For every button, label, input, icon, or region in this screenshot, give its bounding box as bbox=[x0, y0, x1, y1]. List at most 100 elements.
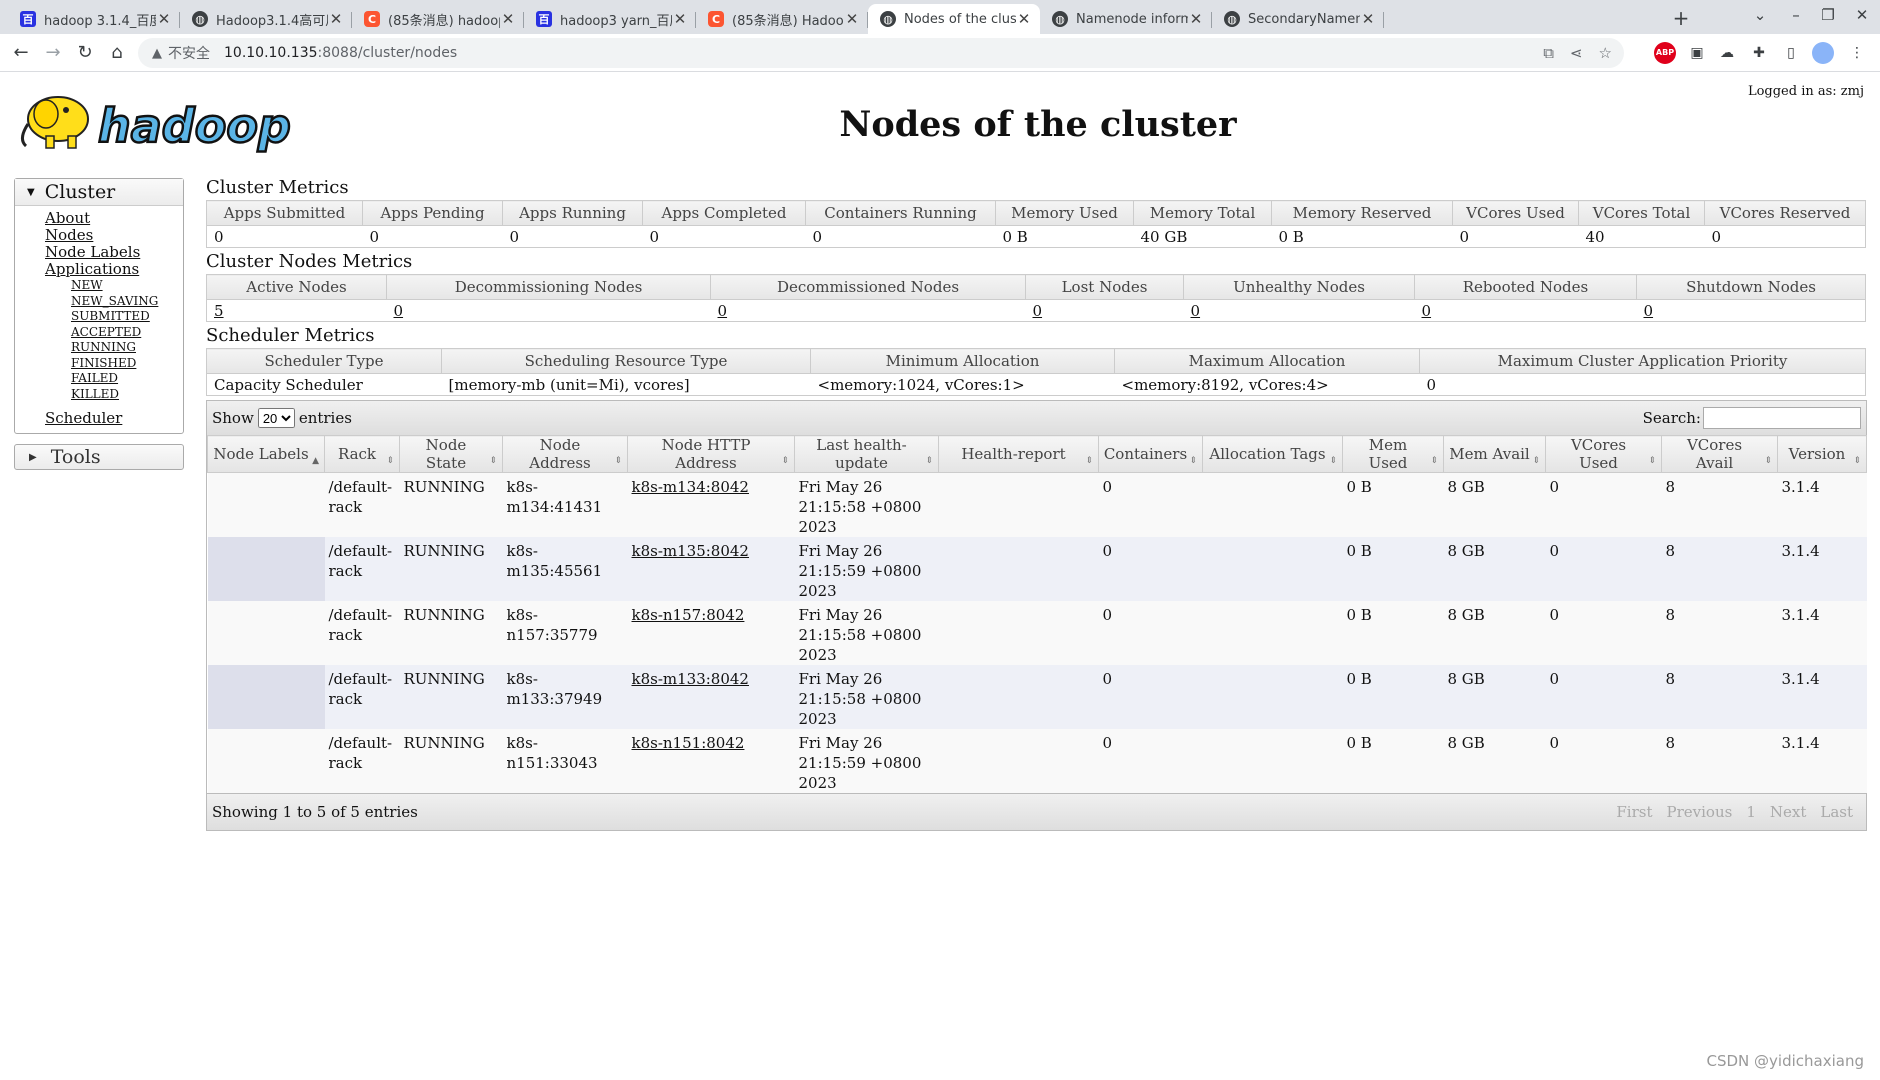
table-row: /default-rack RUNNING k8s-m133:37949 k8s-m1… bbox=[207, 665, 1867, 729]
cell-node-state: RUNNING bbox=[399, 601, 503, 665]
new-tab-button[interactable]: + bbox=[1668, 6, 1694, 30]
minimum-allocation-header: Minimum Allocation bbox=[810, 348, 1115, 374]
pager-1-button[interactable]: 1 bbox=[1746, 803, 1756, 821]
nav-link-app-finished[interactable]: FINISHED bbox=[71, 356, 183, 372]
sort-both-icon: ⇕ bbox=[489, 456, 497, 466]
browser-tab[interactable]: ◍ Nodes of the cluster✕ bbox=[868, 4, 1040, 34]
nav-link-applications[interactable]: Applications bbox=[45, 261, 183, 278]
close-tab-icon[interactable]: ✕ bbox=[1188, 10, 1204, 28]
scheduler-metrics-table: Scheduler Type Scheduling Resource Type Mi… bbox=[206, 348, 1866, 396]
extensions-puzzle-icon[interactable]: ✚ bbox=[1748, 42, 1770, 64]
close-tab-icon[interactable]: ✕ bbox=[672, 10, 688, 28]
close-tab-icon[interactable]: ✕ bbox=[328, 10, 344, 28]
insecure-label: 不安全 bbox=[168, 46, 210, 62]
column-header-node-address[interactable]: Node Address ⇕ bbox=[502, 435, 628, 473]
close-window-icon[interactable]: ✕ bbox=[1850, 6, 1874, 24]
column-header-label: Node Labels bbox=[213, 445, 309, 463]
decommissioning-nodes-link[interactable]: 0 bbox=[394, 302, 404, 320]
tab-search-icon[interactable]: ⌄ bbox=[1748, 6, 1772, 24]
unhealthy-nodes-link[interactable]: 0 bbox=[1191, 302, 1201, 320]
bookmark-star-icon[interactable]: ☆ bbox=[1599, 44, 1612, 62]
browser-tab[interactable]: 百 hadoop3 yarn_百度搜索✕ bbox=[524, 4, 696, 34]
address-bar[interactable]: ▲ 不安全 10.10.10.135:8088/cluster/nodes ⧉ … bbox=[138, 38, 1624, 68]
restore-icon[interactable]: ❐ bbox=[1816, 6, 1840, 24]
pager-first-button[interactable]: First bbox=[1616, 803, 1652, 821]
cell-node-labels bbox=[207, 729, 325, 793]
column-header-node-labels[interactable]: Node Labels ▲ bbox=[207, 435, 325, 473]
minimize-icon[interactable]: – bbox=[1784, 6, 1808, 24]
extension-bird-icon[interactable]: ☁ bbox=[1716, 42, 1738, 64]
cell-vcores-avail: 8 bbox=[1661, 472, 1778, 537]
lost-nodes-link[interactable]: 0 bbox=[1033, 302, 1043, 320]
globe-icon: ◍ bbox=[880, 11, 896, 27]
cluster-nav-header[interactable]: ▼ Cluster bbox=[15, 179, 183, 206]
sort-both-icon: ⇕ bbox=[1085, 456, 1093, 466]
browser-menu-icon[interactable]: ⋮ bbox=[1846, 42, 1868, 64]
browser-tab[interactable]: C (85条消息) Hadoop3系列✕ bbox=[696, 4, 868, 34]
back-arrow-icon[interactable]: ← bbox=[8, 40, 34, 66]
node-http-address-link[interactable]: k8s-n151:8042 bbox=[632, 734, 745, 752]
tools-nav-header[interactable]: ▶ Tools bbox=[14, 444, 184, 470]
reload-icon[interactable]: ↻ bbox=[72, 40, 98, 66]
node-http-address-link[interactable]: k8s-m135:8042 bbox=[632, 542, 749, 560]
share-icon[interactable]: ⋖ bbox=[1570, 44, 1583, 62]
column-header-node-state[interactable]: Node State ⇕ bbox=[399, 435, 503, 473]
profile-avatar-icon[interactable] bbox=[1812, 42, 1834, 64]
close-tab-icon[interactable]: ✕ bbox=[1016, 10, 1032, 28]
search-input[interactable] bbox=[1703, 407, 1861, 429]
column-header-vcores-avail[interactable]: VCores Avail ⇕ bbox=[1661, 435, 1778, 473]
browser-tab[interactable]: C (85条消息) hadoop3.1.4✕ bbox=[352, 4, 524, 34]
nav-link-app-new-saving[interactable]: NEW_SAVING bbox=[71, 294, 183, 310]
close-tab-icon[interactable]: ✕ bbox=[500, 10, 516, 28]
nav-link-app-running[interactable]: RUNNING bbox=[71, 340, 183, 356]
nav-link-app-new[interactable]: NEW bbox=[71, 278, 183, 294]
decommissioned-nodes-link[interactable]: 0 bbox=[718, 302, 728, 320]
home-icon[interactable]: ⌂ bbox=[104, 40, 130, 66]
nav-link-about[interactable]: About bbox=[45, 210, 183, 227]
cell-node-http-address: k8s-m134:8042 bbox=[627, 472, 795, 537]
browser-tab[interactable]: 百 hadoop 3.1.4_百度搜索✕ bbox=[8, 4, 180, 34]
rebooted-nodes-link[interactable]: 0 bbox=[1422, 302, 1432, 320]
cell-vcores-used: 0 bbox=[1545, 537, 1662, 601]
nav-link-node-labels[interactable]: Node Labels bbox=[45, 244, 183, 261]
column-header-node-http-address[interactable]: Node HTTP Address ⇕ bbox=[627, 435, 795, 473]
browser-tab[interactable]: ◍ Hadoop3.1.4高可用环境搭✕ bbox=[180, 4, 352, 34]
column-header-containers[interactable]: Containers ⇕ bbox=[1098, 435, 1203, 473]
column-header-health-report[interactable]: Health-report ⇕ bbox=[938, 435, 1099, 473]
translate-icon[interactable]: ⧉ bbox=[1543, 44, 1554, 62]
pager-next-button[interactable]: Next bbox=[1770, 803, 1807, 821]
close-tab-icon[interactable]: ✕ bbox=[844, 10, 860, 28]
shutdown-nodes-link[interactable]: 0 bbox=[1644, 302, 1654, 320]
page-size-select[interactable]: 20 bbox=[257, 408, 295, 428]
browser-tab[interactable]: ◍ Namenode information✕ bbox=[1040, 4, 1212, 34]
node-http-address-link[interactable]: k8s-n157:8042 bbox=[632, 606, 745, 624]
nav-link-app-accepted[interactable]: ACCEPTED bbox=[71, 325, 183, 341]
close-tab-icon[interactable]: ✕ bbox=[156, 10, 172, 28]
node-http-address-link[interactable]: k8s-m134:8042 bbox=[632, 478, 749, 496]
browser-tab[interactable]: ◍ SecondaryNamenode in✕ bbox=[1212, 4, 1384, 34]
column-header-mem-used[interactable]: Mem Used ⇕ bbox=[1342, 435, 1444, 473]
pager-previous-button[interactable]: Previous bbox=[1667, 803, 1733, 821]
column-header-allocation-tags[interactable]: Allocation Tags ⇕ bbox=[1202, 435, 1343, 473]
adblock-icon[interactable]: ABP bbox=[1654, 42, 1676, 64]
column-header-vcores-used[interactable]: VCores Used ⇕ bbox=[1545, 435, 1662, 473]
side-panel-icon[interactable]: ▯ bbox=[1780, 42, 1802, 64]
node-http-address-link[interactable]: k8s-m133:8042 bbox=[632, 670, 749, 688]
nav-link-app-killed[interactable]: KILLED bbox=[71, 387, 183, 403]
nav-link-nodes[interactable]: Nodes bbox=[45, 227, 183, 244]
extension-badge-icon[interactable]: ▣ bbox=[1686, 42, 1708, 64]
forward-arrow-icon[interactable]: → bbox=[40, 40, 66, 66]
active-nodes-link[interactable]: 5 bbox=[214, 302, 224, 320]
column-header-rack[interactable]: Rack ⇕ bbox=[324, 435, 400, 473]
column-header-last-health-update[interactable]: Last health-update ⇕ bbox=[794, 435, 939, 473]
nav-link-app-failed[interactable]: FAILED bbox=[71, 371, 183, 387]
column-header-mem-avail[interactable]: Mem Avail ⇕ bbox=[1443, 435, 1546, 473]
nav-link-app-submitted[interactable]: SUBMITTED bbox=[71, 309, 183, 325]
column-header-version[interactable]: Version ⇕ bbox=[1777, 435, 1867, 473]
close-tab-icon[interactable]: ✕ bbox=[1360, 10, 1376, 28]
pager-last-button[interactable]: Last bbox=[1820, 803, 1853, 821]
sort-both-icon: ⇕ bbox=[1329, 456, 1337, 466]
nav-link-scheduler[interactable]: Scheduler bbox=[45, 410, 183, 427]
vcores-reserved-value: 0 bbox=[1704, 225, 1866, 248]
baidu-icon: 百 bbox=[20, 11, 36, 27]
